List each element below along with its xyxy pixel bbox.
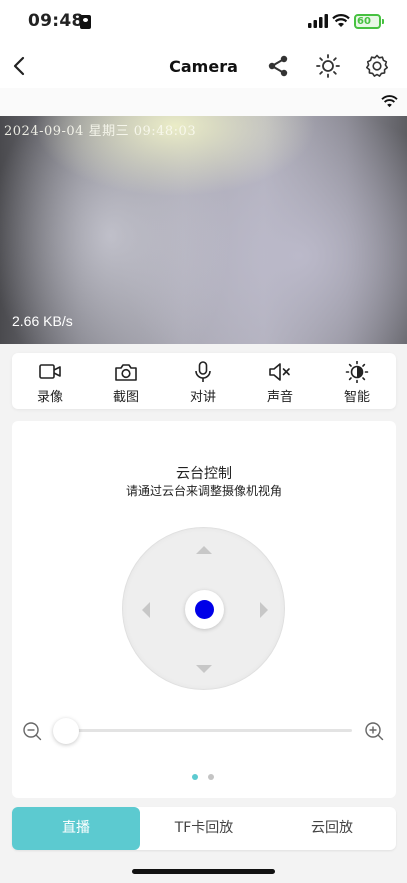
battery-icon: 60 xyxy=(354,14,381,29)
pan-left-icon[interactable] xyxy=(142,602,150,618)
page-indicator[interactable] xyxy=(208,774,214,780)
live-video-view[interactable]: 2024-09-04 星期三 09:48:03 2.66 KB/s xyxy=(0,116,407,344)
screenshot-button[interactable]: 截图 xyxy=(88,353,164,409)
screenshot-label: 截图 xyxy=(112,390,139,405)
zoom-in-icon[interactable] xyxy=(364,721,384,741)
tab-cloud-playback[interactable]: 云回放 xyxy=(268,807,396,850)
connection-strip xyxy=(0,88,407,116)
pan-right-icon[interactable] xyxy=(260,602,268,618)
ptz-joystick[interactable] xyxy=(122,527,285,690)
playback-mode-tabs: 直播 TF卡回放 云回放 xyxy=(12,807,396,850)
record-label: 录像 xyxy=(36,390,63,405)
tab-live[interactable]: 直播 xyxy=(12,807,140,850)
wifi-icon xyxy=(332,14,350,27)
tab-tf-playback[interactable]: TF卡回放 xyxy=(140,807,268,850)
video-timestamp: 2024-09-04 星期三 09:48:03 xyxy=(4,124,197,139)
zoom-slider-track[interactable] xyxy=(66,729,352,732)
pan-up-icon[interactable] xyxy=(196,546,212,554)
brightness-icon[interactable] xyxy=(315,53,341,79)
speaker-muted-icon xyxy=(269,363,290,381)
settings-gear-icon[interactable] xyxy=(364,53,390,79)
talk-button[interactable]: 对讲 xyxy=(165,353,241,409)
ptz-title: 云台控制 xyxy=(176,466,232,482)
sim-card-icon xyxy=(80,15,91,29)
ptz-control-panel: 云台控制 请通过云台来调整摄像机视角 xyxy=(12,421,396,798)
battery-tip xyxy=(382,19,384,24)
battery-level: 60 xyxy=(357,16,371,27)
status-time: 09:48 xyxy=(28,11,84,31)
zoom-out-icon[interactable] xyxy=(22,721,42,741)
microphone-icon xyxy=(195,361,211,382)
joystick-knob[interactable] xyxy=(185,590,224,629)
talk-label: 对讲 xyxy=(189,390,216,405)
nav-bar: Camera xyxy=(0,44,407,88)
status-bar: 09:48 60 xyxy=(0,0,407,44)
pan-down-icon[interactable] xyxy=(196,665,212,673)
camera-icon xyxy=(115,364,137,381)
sound-label: 声音 xyxy=(266,390,293,405)
zoom-slider-thumb[interactable] xyxy=(53,718,79,744)
video-camera-icon xyxy=(39,364,61,379)
page-indicator-active[interactable] xyxy=(192,774,198,780)
camera-wifi-icon xyxy=(381,95,398,108)
smart-button[interactable]: 智能 xyxy=(319,353,395,409)
smart-label: 智能 xyxy=(343,390,370,405)
share-icon[interactable] xyxy=(265,53,291,79)
sound-button[interactable]: 声音 xyxy=(242,353,318,409)
ptz-subtitle: 请通过云台来调整摄像机视角 xyxy=(125,484,282,498)
smart-mode-icon xyxy=(345,361,369,383)
function-toolbar: 录像 截图 对讲 声音 智能 xyxy=(12,353,396,409)
record-button[interactable]: 录像 xyxy=(12,353,88,409)
cellular-signal-icon xyxy=(308,14,328,28)
page-title: Camera xyxy=(169,57,238,76)
home-indicator xyxy=(132,869,275,874)
bitrate-readout: 2.66 KB/s xyxy=(12,313,73,329)
